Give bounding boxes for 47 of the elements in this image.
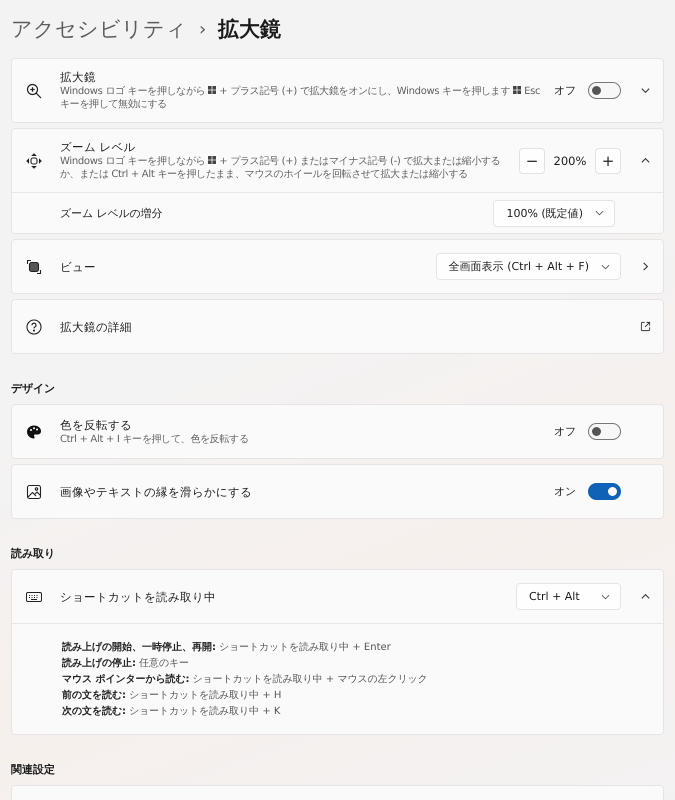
chevron-down-icon xyxy=(601,264,610,270)
page-title: 拡大鏡 xyxy=(218,16,282,43)
toggle-switch[interactable] xyxy=(588,483,621,500)
zoom-value: 200% xyxy=(552,154,588,168)
section-heading: 読み取り xyxy=(11,546,56,562)
setting-title: 拡大鏡 xyxy=(60,70,97,84)
shortcut-description: 読み上げの停止: 任意のキー xyxy=(62,656,190,671)
image-icon xyxy=(26,484,42,500)
setting-title: ビュー xyxy=(60,260,97,274)
section-heading: デザイン xyxy=(11,381,56,397)
setting-title: ズーム レベルの増分 xyxy=(60,206,162,220)
external-link-icon[interactable] xyxy=(640,321,651,332)
setting-title: 色を反転する xyxy=(60,418,133,432)
shortcut-description: マウス ポインターから読む: ショートカットを読み取り中 + マウスの左クリック xyxy=(62,672,428,687)
help-icon xyxy=(26,318,42,334)
shortcut-description: 前の文を読む: ショートカットを読み取り中 + H xyxy=(62,688,282,703)
toggle-switch[interactable] xyxy=(588,82,621,99)
shortcut-description: 次の文を読む: ショートカットを読み取り中 + K xyxy=(62,704,280,719)
zoom-out-button[interactable]: − xyxy=(519,148,545,174)
windows-key-icon xyxy=(208,156,216,164)
zoom-in-button[interactable]: + xyxy=(595,148,621,174)
chevron-down-icon xyxy=(595,210,604,216)
dropdown[interactable]: Ctrl + Alt xyxy=(516,583,621,610)
dropdown[interactable]: 全画面表示 (Ctrl + Alt + F) xyxy=(436,253,621,280)
breadcrumb-separator: › xyxy=(199,18,206,40)
breadcrumb-parent[interactable]: アクセシビリティ xyxy=(11,15,187,43)
windows-key-icon xyxy=(513,86,522,94)
palette-icon xyxy=(26,424,42,440)
setting-title: 画像やテキストの縁を滑らかにする xyxy=(60,484,253,498)
setting-description: Ctrl + Alt + I キーを押して、色を反転する xyxy=(60,432,250,446)
setting-title: 拡大鏡の詳細 xyxy=(60,320,133,334)
zoom-target-icon xyxy=(26,152,42,168)
setting-title: ショートカットを読み取り中 xyxy=(60,590,217,604)
section-heading: 関連設定 xyxy=(11,762,56,778)
windows-key-icon xyxy=(208,86,216,94)
toggle-state-label: オフ xyxy=(554,424,576,439)
chevron-down-icon xyxy=(601,594,610,600)
magnifier-plus-icon xyxy=(26,82,42,98)
toggle-switch[interactable] xyxy=(588,423,621,440)
setting-description: Windows ロゴ キーを押しながら + プラス記号 (+) またはマイナス記号 (-) で拡大または縮小するか、または Ctrl + Alt キーを押したまま、マウスのホイールを回転させて拡大または縮小する xyxy=(60,155,502,181)
shortcut-description: 読み上げの開始、一時停止、再開: ショートカットを読み取り中 + Enter xyxy=(62,640,391,655)
setting-description: Windows ロゴ キーを押しながら + プラス記号 (+) で拡大鏡をオンにし、Windows キーを押します Esc キーを押して無効にする xyxy=(60,85,542,111)
overlapping-squares-icon xyxy=(26,258,42,274)
setting-title: ズーム レベル xyxy=(60,140,137,154)
toggle-state-label: オフ xyxy=(554,83,576,98)
dropdown[interactable]: 100% (既定値) xyxy=(493,200,615,226)
toggle-state-label: オン xyxy=(554,484,576,499)
